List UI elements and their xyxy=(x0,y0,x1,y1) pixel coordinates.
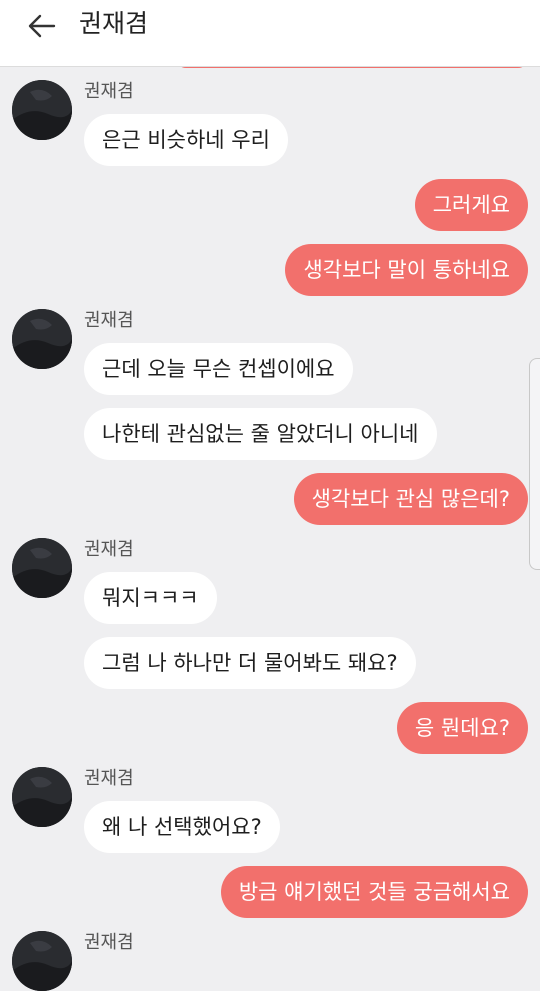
profile-photo xyxy=(12,309,72,369)
profile-photo xyxy=(12,767,72,827)
message-bubble-outgoing[interactable]: 방금 얘기했던 것들 궁금해서요 xyxy=(220,866,528,918)
avatar[interactable] xyxy=(12,931,72,991)
message-bubble-incoming[interactable]: 은근 비슷하네 우리 xyxy=(84,114,288,166)
message-bubble-outgoing[interactable]: 응 뭔데요? xyxy=(396,702,528,754)
avatar[interactable] xyxy=(12,309,72,369)
avatar[interactable] xyxy=(12,767,72,827)
sender-name: 권재겸 xyxy=(84,932,134,953)
chat-title: 권재겸 xyxy=(79,9,149,38)
profile-photo xyxy=(12,80,72,140)
sender-name: 권재겸 xyxy=(84,81,134,102)
message-bubble-incoming[interactable]: 뭐지ㅋㅋㅋ xyxy=(84,572,217,624)
sender-name: 권재겸 xyxy=(84,539,134,560)
avatar[interactable] xyxy=(12,80,72,140)
message-bubble-outgoing[interactable]: 생각보다 말이 통하네요 xyxy=(285,244,528,296)
message-bubble-incoming[interactable]: 근데 오늘 무슨 컨셉이에요 xyxy=(84,343,353,395)
arrow-left-icon xyxy=(28,14,56,38)
scrollbar-handle[interactable] xyxy=(529,358,540,570)
avatar[interactable] xyxy=(12,538,72,598)
message-bubble-incoming[interactable]: 나한테 관심없는 줄 알았더니 아니네 xyxy=(84,408,437,460)
sender-name: 권재겸 xyxy=(84,768,134,789)
profile-photo xyxy=(12,931,72,991)
chat-header: 권재겸 xyxy=(0,0,540,67)
message-bubble-outgoing[interactable]: 그러게요 xyxy=(414,179,528,231)
message-bubble-outgoing[interactable]: 생각보다 관심 많은데? xyxy=(293,473,528,525)
back-button[interactable] xyxy=(22,6,62,46)
message-bubble-incoming[interactable]: 왜 나 선택했어요? xyxy=(84,801,280,853)
message-bubble-incoming[interactable]: 그럼 나 하나만 더 물어봐도 돼요? xyxy=(84,637,416,689)
sender-name: 권재겸 xyxy=(84,310,134,331)
profile-photo xyxy=(12,538,72,598)
